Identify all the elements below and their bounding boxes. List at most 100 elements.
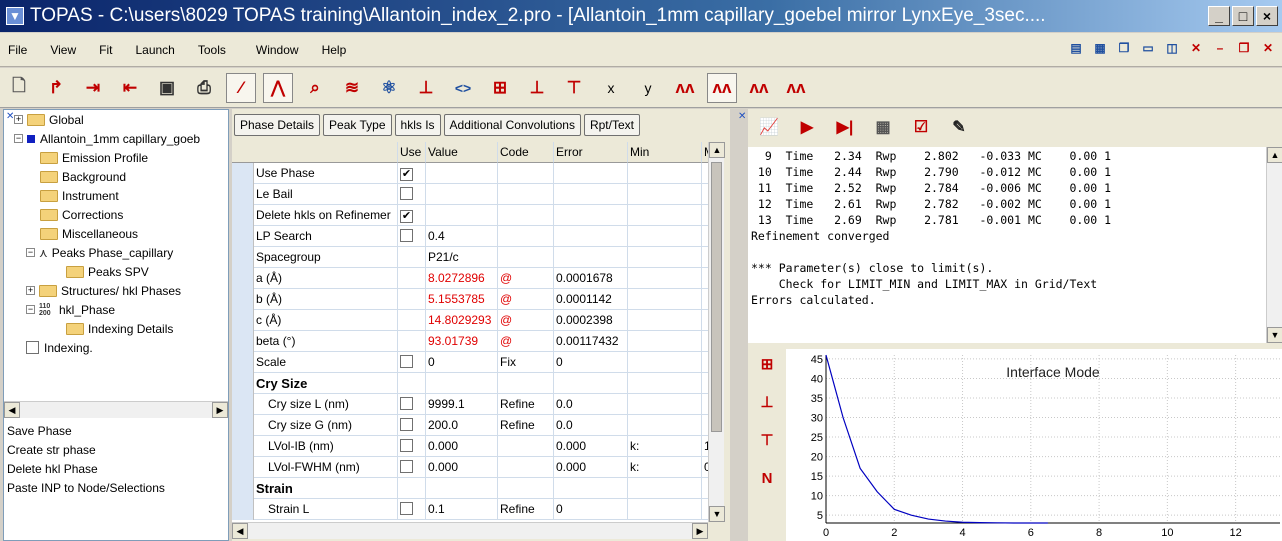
open-file-icon[interactable]: ↱ (41, 73, 71, 103)
grid-vertical-scrollbar[interactable]: ▲ ▼ (708, 142, 725, 522)
grid-row[interactable]: LVol-FWHM (nm)0.0000.000k:0 (232, 457, 708, 478)
checklist-icon[interactable]: ☑ (908, 114, 934, 140)
column-header-value[interactable]: Value (426, 142, 498, 163)
grid-cell-min[interactable] (628, 352, 702, 373)
tree-node-global[interactable]: + Global (14, 110, 84, 129)
grid-cell-code[interactable]: Refine (498, 415, 554, 436)
horizontal-split-icon[interactable]: ▭ (1140, 40, 1156, 56)
tree-node-instrument[interactable]: Instrument (40, 186, 119, 205)
row-header[interactable] (232, 331, 254, 352)
grid-cell-code[interactable]: @ (498, 310, 554, 331)
print-icon[interactable]: ⎙ (189, 73, 219, 103)
row-header[interactable] (232, 499, 254, 520)
axes-scale-icon[interactable]: ⊞ (754, 351, 780, 377)
additional-convolutions-button[interactable]: Additional Convolutions (443, 114, 581, 136)
peak-grid-icon[interactable]: ⊤ (559, 73, 589, 103)
grid-cell-code[interactable] (498, 373, 554, 394)
row-header[interactable] (232, 226, 254, 247)
grid-cell-code[interactable] (498, 205, 554, 226)
column-header-error[interactable]: Error (554, 142, 628, 163)
grid-cell-code[interactable]: @ (498, 289, 554, 310)
grid-cell-code[interactable]: @ (498, 268, 554, 289)
grid-cell-error[interactable]: 0.0 (554, 415, 628, 436)
expand-icon[interactable]: + (26, 286, 35, 295)
child-restore-icon[interactable]: ❐ (1236, 40, 1252, 56)
pane-close-icon[interactable]: ✕ (6, 111, 14, 122)
use-checkbox[interactable] (398, 394, 426, 415)
tree-node-background[interactable]: Background (40, 167, 126, 186)
grid-row[interactable]: Cry size G (nm) 200.0 Refine 0.0 (232, 415, 708, 436)
grid-cell-code[interactable]: Fix (498, 352, 554, 373)
refinement-chart-icon[interactable]: 📈 (756, 114, 782, 140)
delete-hkl-phase-action[interactable]: Delete hkl Phase (4, 460, 228, 479)
menu-window[interactable]: Window (256, 43, 299, 57)
grid-cell-min[interactable] (628, 247, 702, 268)
tree-node-peaks-spv[interactable]: Peaks SPV (66, 262, 149, 281)
checkbox[interactable]: ✔ (400, 210, 413, 223)
plot-c-icon[interactable]: ᴧᴧ (744, 73, 774, 103)
y-axis-button[interactable]: y (633, 73, 663, 103)
save-phase-action[interactable]: Save Phase (4, 422, 228, 441)
grid-row[interactable]: Spacegroup P21/c (232, 247, 708, 268)
scroll-up-icon[interactable]: ▲ (1267, 147, 1282, 163)
structure-icon[interactable]: ⚛ (374, 73, 404, 103)
output-vertical-scrollbar[interactable]: ▲ ▼ (1266, 147, 1282, 343)
scroll-down-icon[interactable]: ▼ (1267, 327, 1282, 343)
scroll-right-icon[interactable]: ▶ (692, 523, 708, 539)
grid-cell-code[interactable]: Refine (498, 499, 554, 520)
grid-cell-code[interactable] (498, 163, 554, 184)
checkbox[interactable] (400, 397, 413, 410)
scroll-left-icon[interactable]: ◀ (232, 523, 248, 539)
grid-cell-value[interactable]: 9999.1 (426, 394, 498, 415)
tree-horizontal-scrollbar[interactable]: ◀ ▶ (4, 401, 228, 418)
row-header[interactable] (232, 310, 254, 331)
grid-cell-code[interactable] (498, 436, 554, 457)
grid-cell-min[interactable] (628, 205, 702, 226)
grid-cell-error[interactable]: 0.0 (554, 394, 628, 415)
grid-cell-min[interactable] (628, 268, 702, 289)
grid-row[interactable]: Scale 0 Fix 0 (232, 352, 708, 373)
grid-cell-error[interactable]: 0.00117432 (554, 331, 628, 352)
maximize-button[interactable]: □ (1232, 6, 1254, 26)
grid-cell-value[interactable]: 0.000 (426, 436, 498, 457)
grid-cell-use[interactable] (398, 373, 426, 394)
child-minimize-icon[interactable]: – (1212, 40, 1228, 56)
use-checkbox[interactable]: ✔ (398, 205, 426, 226)
grid-cell-error[interactable] (554, 163, 628, 184)
collapse-icon[interactable]: − (14, 134, 23, 143)
grid-cell-min[interactable]: k: (628, 457, 702, 478)
expand-icon[interactable]: + (14, 115, 23, 124)
tree-node-emission-profile[interactable]: Emission Profile (40, 148, 148, 167)
single-peak-icon[interactable]: ⊥ (522, 73, 552, 103)
grid-row[interactable]: Cry Size (232, 373, 708, 394)
use-checkbox[interactable] (398, 184, 426, 205)
grid-cell-error[interactable] (554, 226, 628, 247)
plot-d-icon[interactable]: ᴧᴧ (781, 73, 811, 103)
minimize-button[interactable]: _ (1208, 6, 1230, 26)
brush-icon[interactable]: ✎ (946, 114, 972, 140)
grid-cell-error[interactable]: 0.0001678 (554, 268, 628, 289)
grid-row[interactable]: LP Search 0.4 (232, 226, 708, 247)
use-checkbox[interactable] (398, 415, 426, 436)
grid-cell-error[interactable] (554, 478, 628, 499)
column-header-code[interactable]: Code (498, 142, 554, 163)
peak-down-icon[interactable]: ⊥ (754, 389, 780, 415)
grid-cell-value[interactable]: 14.8029293 (426, 310, 498, 331)
new-file-icon[interactable]: 🗋 (4, 73, 34, 103)
row-header[interactable] (232, 394, 254, 415)
menu-launch[interactable]: Launch (135, 43, 174, 57)
grid-cell-error[interactable] (554, 247, 628, 268)
grid-cell-error[interactable]: 0 (554, 499, 628, 520)
checkbox[interactable] (400, 229, 413, 242)
collapse-icon[interactable]: − (26, 305, 35, 314)
grid-cell-value[interactable] (426, 205, 498, 226)
grid-row[interactable]: Delete hkls on Refinemer ✔ (232, 205, 708, 226)
use-checkbox[interactable] (398, 352, 426, 373)
plot-b-icon[interactable]: ᴧᴧ (707, 72, 737, 103)
scroll-right-icon[interactable]: ▶ (212, 402, 228, 418)
row-header[interactable] (232, 163, 254, 184)
grid-cell-value[interactable] (426, 373, 498, 394)
grid-cell-use[interactable] (398, 289, 426, 310)
grid-cell-min[interactable] (628, 415, 702, 436)
grid-cell-min[interactable] (628, 289, 702, 310)
